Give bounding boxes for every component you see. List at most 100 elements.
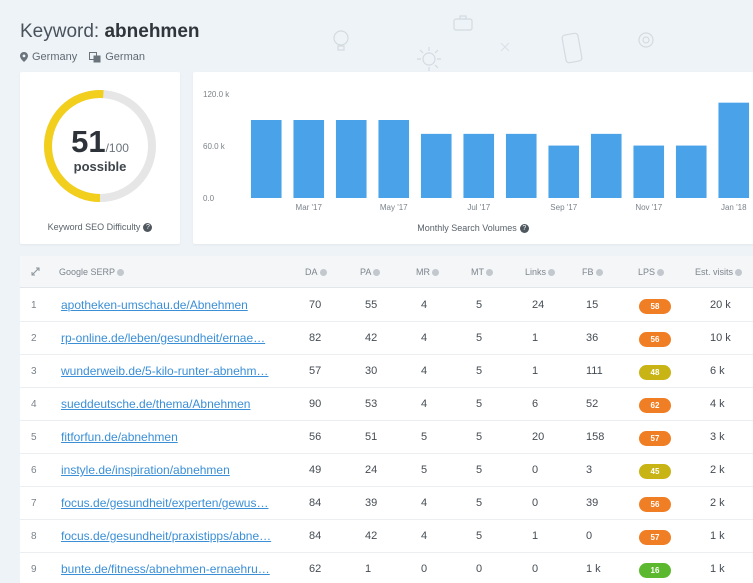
cell-fb: 52 xyxy=(586,398,599,410)
chart-bar[interactable] xyxy=(250,120,282,198)
difficulty-label-text: Keyword SEO Difficulty xyxy=(47,222,141,232)
column-header-fb[interactable]: FB xyxy=(582,267,603,277)
cell-fb: 158 xyxy=(586,431,605,443)
chart-bar[interactable] xyxy=(718,102,750,198)
cell-visits: 2 k xyxy=(710,464,725,476)
cell-mr: 4 xyxy=(421,530,428,542)
column-header-mr[interactable]: MR xyxy=(416,267,439,277)
country-label: Germany xyxy=(32,51,78,63)
cell-mr: 4 xyxy=(421,299,428,311)
x-tick-label: Sep '17 xyxy=(550,203,577,212)
difficulty-score: 51/100 xyxy=(20,124,180,160)
cell-da: 62 xyxy=(309,563,322,575)
lightbulb-decoration-icon xyxy=(333,30,349,51)
cell-fb: 3 xyxy=(586,464,593,476)
x-tick-label: May '17 xyxy=(380,203,408,212)
cell-da: 56 xyxy=(309,431,322,443)
cell-visits: 2 k xyxy=(710,497,725,509)
serp-url-link[interactable]: instyle.de/inspiration/abnehmen xyxy=(61,463,286,477)
cell-mr: 5 xyxy=(421,464,428,476)
lps-badge: 57 xyxy=(639,530,671,545)
chart-bar[interactable] xyxy=(633,145,665,198)
cell-da: 90 xyxy=(309,398,322,410)
cell-pa: 42 xyxy=(365,530,378,542)
serp-url-link[interactable]: apotheken-umschau.de/Abnehmen xyxy=(61,298,286,312)
table-row: 5 fitforfun.de/abnehmen 56 51 5 5 20 158 3 k 57 xyxy=(20,421,753,454)
lps-badge: 48 xyxy=(639,365,671,380)
y-tick-label: 60.0 k xyxy=(203,142,226,151)
cell-visits: 1 k xyxy=(710,563,725,575)
lps-badge: 56 xyxy=(639,497,671,512)
cell-mt: 5 xyxy=(476,497,483,509)
cell-links: 1 xyxy=(532,332,539,344)
serp-url-link[interactable]: rp-online.de/leben/gesundheit/ernae… xyxy=(61,331,286,345)
column-header-serp[interactable]: Google SERP xyxy=(59,267,125,277)
lps-badge: 57 xyxy=(639,431,671,446)
column-header-visits[interactable]: Est. visits xyxy=(695,267,743,277)
cell-da: 70 xyxy=(309,299,322,311)
serp-url-link[interactable]: wunderweib.de/5-kilo-runter-abnehm… xyxy=(61,364,286,378)
x-tick-label: Jan '18 xyxy=(721,203,747,212)
column-header-mt[interactable]: MT xyxy=(471,267,493,277)
cell-mt: 5 xyxy=(476,464,483,476)
cell-mr: 5 xyxy=(421,431,428,443)
column-header-links[interactable]: Links xyxy=(525,267,556,277)
table-header: Google SERP DA PA MR MT Links FB LPS Est… xyxy=(20,256,753,288)
cell-mt: 0 xyxy=(476,563,483,575)
expand-arrows-icon[interactable] xyxy=(31,267,40,276)
cell-pa: 24 xyxy=(365,464,378,476)
chart-bar[interactable] xyxy=(293,120,325,198)
cell-links: 24 xyxy=(532,299,545,311)
cell-pa: 39 xyxy=(365,497,378,509)
x-tick-label: Nov '17 xyxy=(635,203,662,212)
serp-url-link[interactable]: fitforfun.de/abnehmen xyxy=(61,430,286,444)
column-header-lps[interactable]: LPS xyxy=(638,267,665,277)
cell-links: 0 xyxy=(532,464,539,476)
column-header-pa[interactable]: PA xyxy=(360,267,381,277)
page-title: Keyword: abnehmen xyxy=(20,21,200,43)
row-index: 4 xyxy=(31,399,37,410)
table-row: 6 instyle.de/inspiration/abnehmen 49 24 5 5 0 3… xyxy=(20,454,753,487)
cell-mr: 4 xyxy=(421,332,428,344)
cell-fb: 15 xyxy=(586,299,599,311)
serp-url-link[interactable]: focus.de/gesundheit/experten/gewus… xyxy=(61,496,286,510)
chart-bar[interactable] xyxy=(463,133,495,198)
cell-visits: 6 k xyxy=(710,365,725,377)
phone-decoration-icon xyxy=(561,32,583,64)
table-row: 7 focus.de/gesundheit/experten/gewus… 84 39… xyxy=(20,487,753,520)
serp-url-link[interactable]: sueddeutsche.de/thema/Abnehmen xyxy=(61,397,286,411)
chart-bar[interactable] xyxy=(675,145,707,198)
chart-bar[interactable] xyxy=(548,145,580,198)
search-volume-card: 0.0 60.0 k 120.0 k Mar '17 May '17 Jul '17 Sep… xyxy=(193,72,753,244)
cell-da: 84 xyxy=(309,530,322,542)
chart-xlabel-text: Monthly Search Volumes xyxy=(417,223,517,233)
row-index: 6 xyxy=(31,465,37,476)
cell-mt: 5 xyxy=(476,398,483,410)
row-index: 2 xyxy=(31,333,37,344)
question-circle-icon[interactable]: ? xyxy=(143,223,153,233)
question-circle-icon[interactable]: ? xyxy=(519,224,529,234)
location-pin-icon xyxy=(20,52,28,62)
chart-xlabel: Monthly Search Volumes? xyxy=(193,223,753,234)
serp-url-link[interactable]: focus.de/gesundheit/praxistipps/abne… xyxy=(61,529,286,543)
chart-bar[interactable] xyxy=(335,120,367,198)
row-index: 9 xyxy=(31,564,37,575)
chart-bar[interactable] xyxy=(420,133,452,198)
chart-bar[interactable] xyxy=(505,133,537,198)
cell-visits: 20 k xyxy=(710,299,731,311)
row-index: 5 xyxy=(31,432,37,443)
cell-links: 6 xyxy=(532,398,539,410)
chart-bar[interactable] xyxy=(378,120,410,198)
difficulty-score-max: /100 xyxy=(105,141,129,155)
column-header-da[interactable]: DA xyxy=(305,267,327,277)
row-index: 8 xyxy=(31,531,37,542)
cell-mt: 5 xyxy=(476,431,483,443)
chart-bar[interactable] xyxy=(590,133,622,198)
tag-decoration-icon xyxy=(500,42,510,52)
serp-url-link[interactable]: bunte.de/fitness/abnehmen-ernaehru… xyxy=(61,562,286,576)
cell-da: 84 xyxy=(309,497,322,509)
cell-mr: 4 xyxy=(421,497,428,509)
lps-badge: 45 xyxy=(639,464,671,479)
cell-links: 0 xyxy=(532,497,539,509)
cell-da: 82 xyxy=(309,332,322,344)
